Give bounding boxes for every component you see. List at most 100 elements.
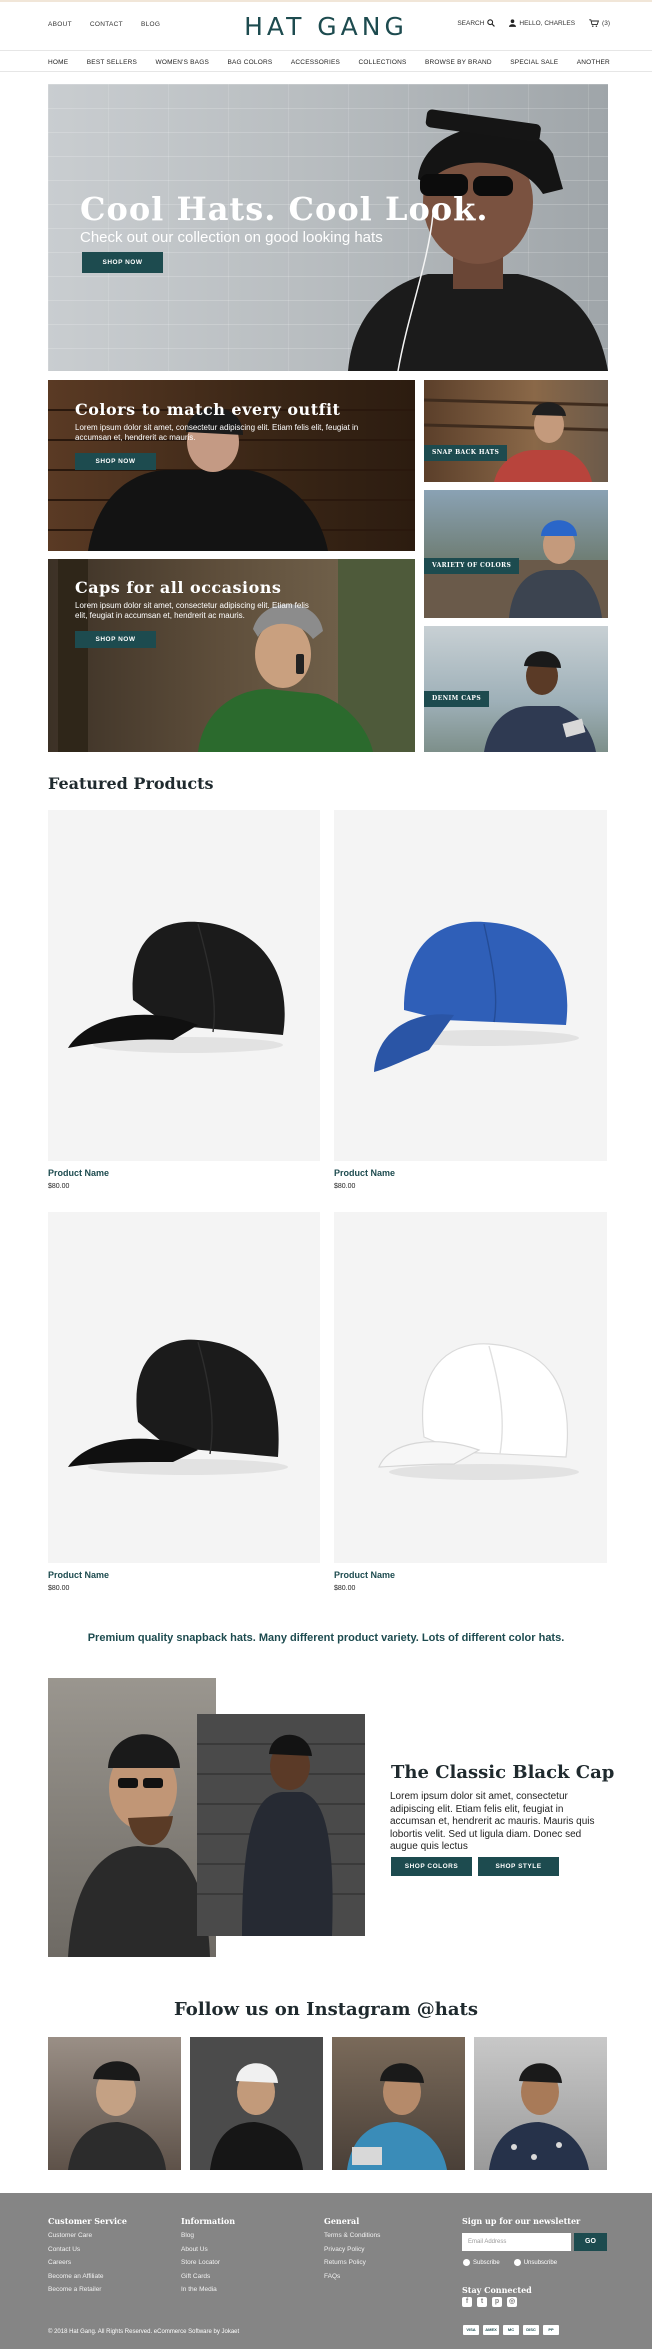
product-image[interactable] [48,1212,320,1563]
promo-occasions-shop-now-button[interactable]: SHOP NOW [75,631,156,648]
instagram-photo-image [489,2063,589,2170]
classic-image-right [197,1714,365,1936]
footer-link[interactable]: In the Media [181,2286,235,2300]
product-image[interactable] [334,1212,607,1563]
nav-item-bag-colors[interactable]: BAG COLORS [227,59,272,66]
instagram-photo-image [68,2061,166,2170]
instagram-title: Follow us on Instagram @hats [174,1999,478,2020]
hero-shop-now-button[interactable]: SHOP NOW [82,252,163,273]
snap-back-image [424,398,608,482]
promo-colors-body: Lorem ipsum dolor sit amet, consectetur … [75,423,359,442]
payment-methods: VISA AMEX MC DISC PP [463,2325,559,2335]
product-price: $80.00 [334,1585,356,1592]
side-tile-snap-back[interactable]: SNAP BACK HATS [424,380,608,482]
nav-item-collections[interactable]: COLLECTIONS [358,59,406,66]
promo-occasions-title: Caps for all occasions [75,578,282,597]
footer-link[interactable]: Become a Retailer [48,2286,127,2300]
radio-icon [513,2259,521,2266]
footer-link[interactable]: Store Locator [181,2259,235,2273]
footer-link[interactable]: Returns Policy [324,2259,380,2273]
subscribe-option[interactable]: Subscribe [463,2259,500,2266]
instagram-photo[interactable] [332,2037,465,2170]
product-name[interactable]: Product Name [48,1570,109,1580]
nav-item-accessories[interactable]: ACCESSORIES [291,59,340,66]
stay-connected-title: Stay Connected [462,2285,532,2295]
side-tile-snap-back-label: SNAP BACK HATS [424,445,508,461]
cap-icon [374,921,579,1072]
footer-link[interactable]: Become an Affiliate [48,2273,127,2287]
product-name[interactable]: Product Name [334,1168,395,1178]
classic-model-right [197,1734,365,1936]
hero-subtitle: Check out our collection on good looking… [80,229,383,246]
product-name[interactable]: Product Name [48,1168,109,1178]
radio-icon [463,2259,470,2266]
product-image[interactable] [48,810,320,1161]
classic-model-left [68,1734,210,1957]
instagram-photo-image [210,2063,303,2170]
footer-link[interactable]: Careers [48,2259,127,2273]
cart-button[interactable]: (3) [589,19,610,27]
newsletter-email-input[interactable]: Email Address [462,2233,571,2251]
social-links: f t p ◎ [462,2297,517,2307]
pinterest-icon[interactable]: p [492,2297,502,2307]
nav-item-special-sale[interactable]: SPECIAL SALE [510,59,558,66]
account-button[interactable]: HELLO, CHARLES [509,19,575,27]
side-tile-denim-label: DENIM CAPS [424,691,490,707]
instagram-photo[interactable] [48,2037,181,2170]
search-button[interactable]: SEARCH [457,19,496,27]
shop-style-button[interactable]: SHOP STYLE [478,1857,559,1876]
product-name[interactable]: Product Name [334,1570,395,1580]
instagram-photo[interactable] [474,2037,607,2170]
side-tile-variety-label: VARIETY OF COLORS [424,558,520,574]
instagram-icon[interactable]: ◎ [507,2297,517,2307]
side-tile-denim-caps[interactable]: DENIM CAPS [424,626,608,752]
nav-item-home[interactable]: HOME [48,59,68,66]
discover-icon: DISC [523,2325,539,2335]
hero-title: Cool Hats. Cool Look. [80,190,489,228]
promo-tile-colors[interactable]: Colors to match every outfit Lorem ipsum… [48,380,415,551]
account-greeting: HELLO, CHARLES [519,19,576,27]
nav-item-best-sellers[interactable]: BEST SELLERS [87,59,137,66]
visa-icon: VISA [463,2325,479,2335]
hero-banner: Cool Hats. Cool Look. Check out our coll… [48,84,608,371]
promo-colors-shop-now-button[interactable]: SHOP NOW [75,453,156,470]
search-label: SEARCH [457,19,485,27]
footer-general: General Terms & Conditions Privacy Polic… [324,2216,380,2286]
facebook-icon[interactable]: f [462,2297,472,2307]
product-price: $80.00 [48,1183,70,1190]
side-tile-variety-of-colors[interactable]: VARIETY OF COLORS [424,490,608,618]
cap-icon [378,1343,579,1480]
footer-customer-service: Customer Service Customer Care Contact U… [48,2216,127,2300]
nav-item-browse-by-brand[interactable]: BROWSE BY BRAND [425,59,492,66]
footer-col-title: Customer Service [48,2216,128,2226]
cap-icon [68,921,285,1053]
footer-link[interactable]: About Us [181,2246,235,2260]
nav-item-womens-bags[interactable]: WOMEN'S BAGS [156,59,209,66]
newsletter-options: Subscribe Unsubscribe [463,2259,557,2266]
shop-colors-button[interactable]: SHOP COLORS [391,1857,472,1876]
classic-image-left [48,1678,216,1957]
promo-occasions-body: Lorem ipsum dolor sit amet, consectetur … [75,601,309,620]
instagram-photo[interactable] [190,2037,323,2170]
promo-colors-title: Colors to match every outfit [75,400,341,419]
amex-icon: AMEX [483,2325,499,2335]
footer-link[interactable]: FAQs [324,2273,380,2287]
footer-newsletter: Sign up for our newsletter [462,2216,580,2232]
footer-link[interactable]: Privacy Policy [324,2246,380,2260]
search-icon [487,19,496,27]
footer-link[interactable]: Contact Us [48,2246,127,2260]
footer-link[interactable]: Customer Care [48,2232,127,2246]
newsletter-go-button[interactable]: GO [574,2233,607,2251]
nav-item-another[interactable]: ANOTHER [577,59,610,66]
variety-colors-image [424,520,608,618]
unsubscribe-label: Unsubscribe [523,2260,558,2267]
product-image[interactable] [334,810,607,1161]
unsubscribe-option[interactable]: Unsubscribe [513,2259,558,2267]
footer-link[interactable]: Blog [181,2232,235,2246]
twitter-icon[interactable]: t [477,2297,487,2307]
promo-tile-occasions[interactable]: Caps for all occasions Lorem ipsum dolor… [48,559,415,752]
user-icon [509,19,517,27]
footer-link[interactable]: Terms & Conditions [324,2232,380,2246]
newsletter-title: Sign up for our newsletter [462,2216,581,2226]
footer-link[interactable]: Gift Cards [181,2273,235,2287]
